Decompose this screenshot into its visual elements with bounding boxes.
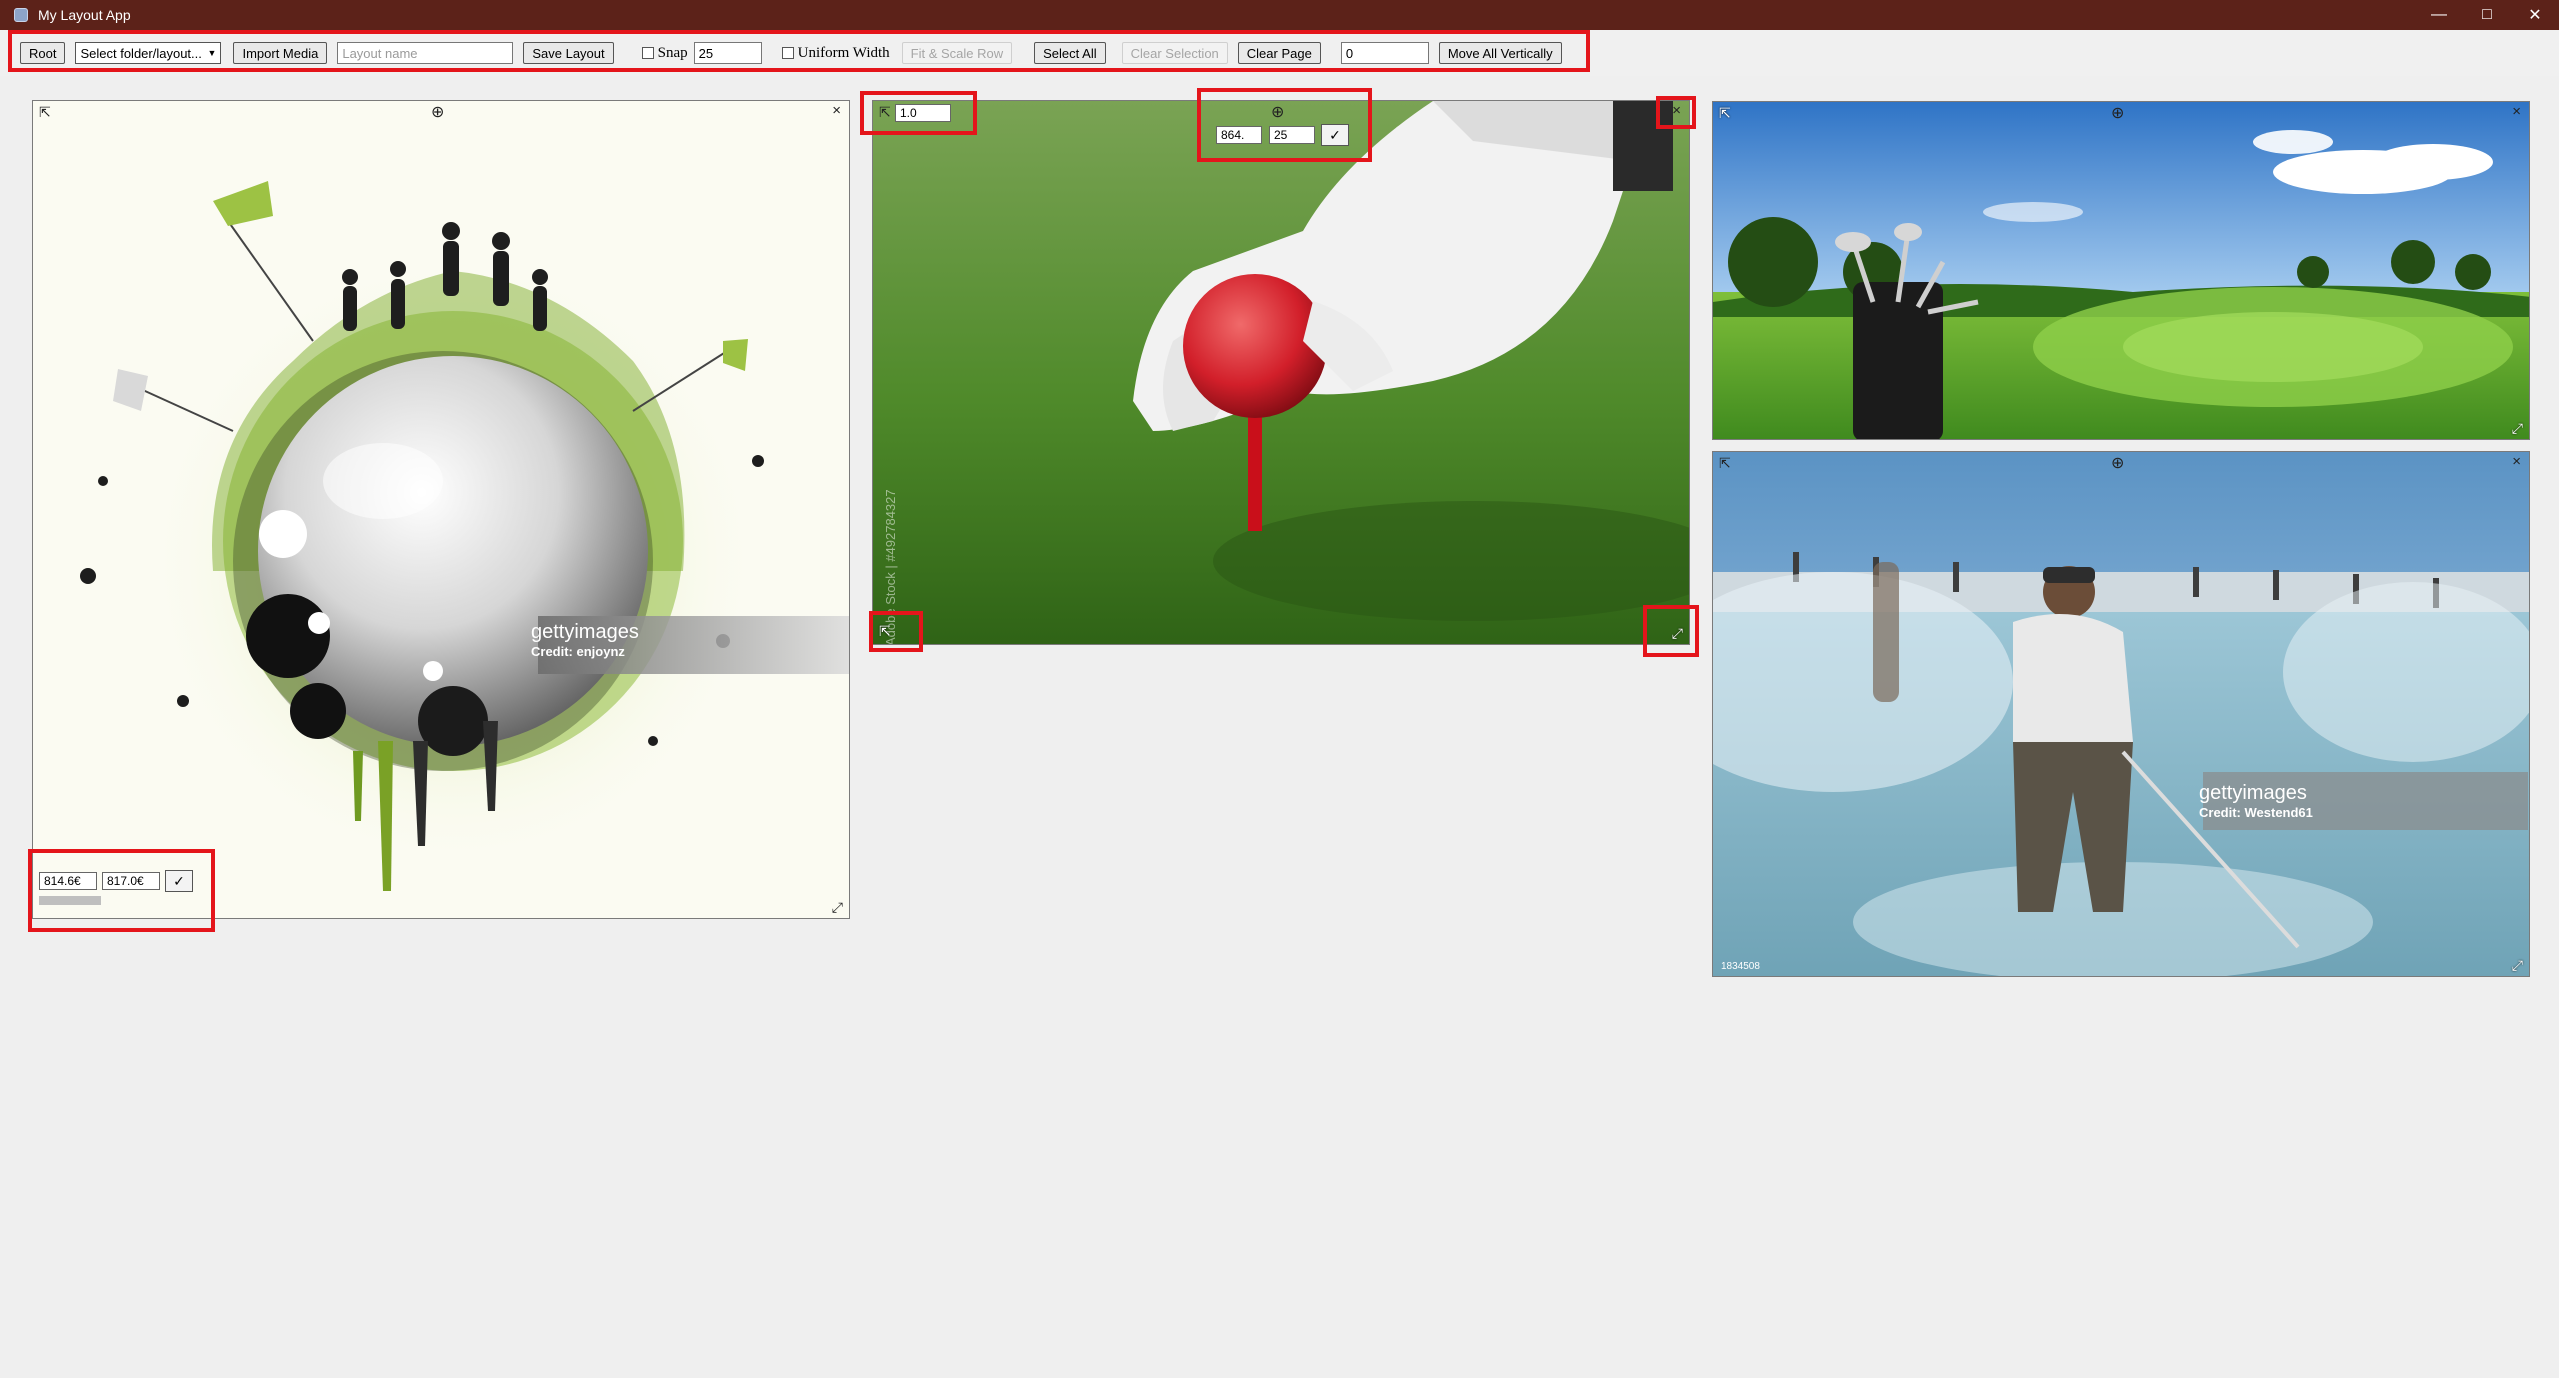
getty-watermark: gettyimages Credit: Westend61 [2199,782,2313,820]
media-card-fountain[interactable]: gettyimages Credit: Westend61 ⇱ ⊕ × ⤢ 18… [1712,451,2530,977]
uniform-width-label: Uniform Width [797,44,890,61]
toolbar: Root Select folder/layout... ▼ Import Me… [0,30,2559,76]
adobe-stock-watermark: Adobe Stock | #492784327 [883,489,898,645]
folder-layout-select-value: Select folder/layout... [80,45,202,61]
filename-label-bar [39,896,101,905]
chevron-down-icon: ▼ [207,48,217,58]
layout-name-input[interactable]: Layout name [337,42,514,64]
window-title: My Layout App [38,7,131,23]
scale-input[interactable]: 1.0 [895,104,951,122]
snap-label: Snap [657,44,688,61]
apply-size-button[interactable]: ✓ [165,870,193,892]
close-card-icon[interactable]: × [2512,104,2521,119]
media-card-course[interactable]: ⇱ ⊕ × ⤢ [1712,101,2530,440]
media-card-golf-ball[interactable]: gettyimages Credit: enjoynz ⇱ ⊕ × ⤢ 814.… [32,100,850,919]
maximize-icon[interactable]: □ [2463,0,2511,30]
golf-ball-image [80,181,849,891]
app-icon [14,8,28,22]
folder-layout-select[interactable]: Select folder/layout... ▼ [75,42,222,64]
snap-size-input[interactable]: 25 [693,42,762,64]
getty-credit: Credit: enjoynz [531,644,625,659]
close-card-icon[interactable]: × [1672,103,1681,118]
title-bar: My Layout App — □ ✕ [0,0,2559,30]
move-handle-icon[interactable]: ⊕ [431,105,444,121]
select-all-button[interactable]: Select All [1034,42,1106,64]
apply-size-button[interactable]: ✓ [1321,124,1349,146]
golf-course-image [1713,102,2529,439]
import-media-button[interactable]: Import Media [233,42,328,64]
snap-checkbox[interactable]: Snap [641,44,688,62]
root-button[interactable]: Root [20,42,66,64]
corner-top-left-icon[interactable]: ⇱ [879,105,891,119]
resize-handle-icon[interactable]: ⤢ [1672,626,1683,640]
uniform-width-checkbox-box[interactable] [781,47,794,59]
save-layout-button[interactable]: Save Layout [523,42,614,64]
media-card-tee[interactable]: Adobe Stock | #492784327 ⇱ 1.0 ⊕ 864. 25… [872,100,1690,645]
tee-image [873,101,1689,644]
move-all-vertically-button[interactable]: Move All Vertically [1438,42,1562,64]
height-input[interactable]: 817.0€ [102,872,160,890]
resize-handle-icon[interactable]: ⤢ [2512,421,2523,435]
window-controls: — □ ✕ [2415,0,2559,30]
corner-bottom-left-icon[interactable]: ⇱ [879,624,891,638]
clear-page-button[interactable]: Clear Page [1237,42,1321,64]
corner-top-left-icon[interactable]: ⇱ [1719,106,1731,120]
vertical-offset-input[interactable]: 0 [1340,42,1429,64]
fountain-golfer-image [1713,452,2529,976]
resize-handle-icon[interactable]: ⤢ [2512,958,2523,972]
move-handle-icon[interactable]: ⊕ [2111,106,2124,122]
getty-credit: Credit: Westend61 [2199,805,2313,820]
close-icon[interactable]: ✕ [2511,0,2559,30]
snap-input[interactable]: 25 [1269,126,1315,144]
uniform-width-checkbox[interactable]: Uniform Width [781,44,890,62]
resize-handle-icon[interactable]: ⤢ [832,900,843,914]
minimize-icon[interactable]: — [2415,0,2463,30]
clear-selection-button[interactable]: Clear Selection [1121,42,1228,64]
image-id-stamp: 1834508 [1721,961,1760,972]
getty-watermark: gettyimages Credit: enjoynz [531,621,639,659]
snap-checkbox-box[interactable] [641,47,654,59]
corner-top-left-icon[interactable]: ⇱ [39,105,51,119]
move-handle-icon[interactable]: ⊕ [2111,456,2124,472]
move-handle-icon[interactable]: ⊕ [1271,105,1284,121]
fit-scale-row-button[interactable]: Fit & Scale Row [901,42,1013,64]
close-card-icon[interactable]: × [832,103,841,118]
width-input[interactable]: 864. [1216,126,1262,144]
close-card-icon[interactable]: × [2512,454,2521,469]
corner-top-left-icon[interactable]: ⇱ [1719,456,1731,470]
width-input[interactable]: 814.6€ [39,872,97,890]
getty-brand: gettyimages [531,621,639,643]
getty-brand: gettyimages [2199,782,2307,804]
